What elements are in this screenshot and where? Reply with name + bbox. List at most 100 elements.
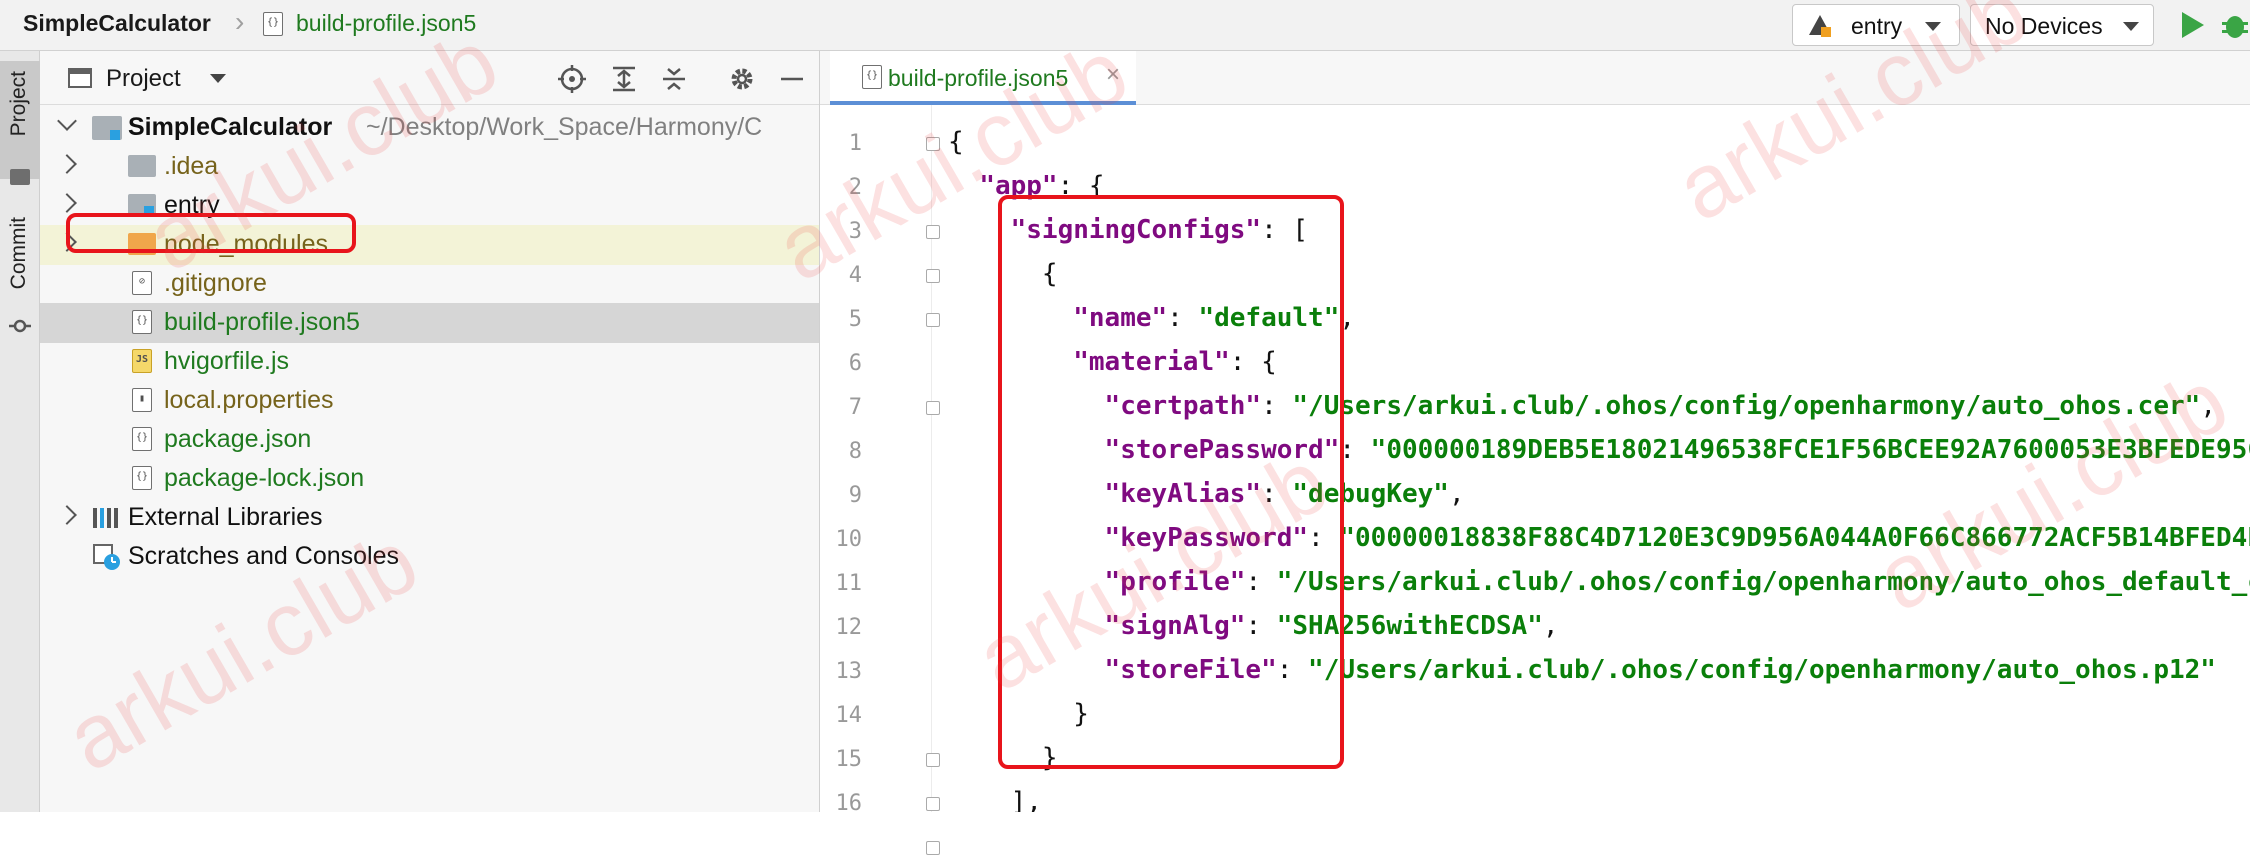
tree-item-label: .gitignore [164,269,267,297]
json-file-icon: {} [263,12,283,36]
chevron-down-icon [2123,22,2139,31]
tree-item-label: build-profile.json5 [164,308,360,336]
tree-item-gitignore[interactable]: ⊘ .gitignore [40,264,819,304]
line-number: 5 [848,307,862,332]
tree-item-label: Scratches and Consoles [128,542,399,570]
tree-item-package-json[interactable]: {} package.json [40,420,819,460]
code-line: { [948,127,964,157]
json-file-icon: {} [132,466,152,490]
tree-item-label: package.json [164,425,312,453]
editor-tabbar: {} build-profile.json5 × [820,51,2250,105]
fold-marker-icon[interactable] [926,137,940,151]
tool-project-button[interactable]: Project [0,61,40,185]
module-icon [1809,15,1831,37]
tool-commit-button[interactable]: Commit [7,217,31,289]
tree-item-hvigorfile[interactable]: JS hvigorfile.js [40,342,819,382]
tree-item-label: local.properties [164,386,334,414]
module-badge-icon [110,130,120,140]
line-number: 8 [848,439,862,464]
tree-item-label: .idea [164,152,219,180]
tree-item-scratches[interactable]: Scratches and Consoles [40,537,819,577]
js-file-icon: JS [132,349,152,373]
tree-root-simplecalculator[interactable]: SimpleCalculator ~/Desktop/Work_Space/Ha… [40,108,819,148]
breadcrumb-project[interactable]: SimpleCalculator [23,10,211,37]
debug-icon[interactable] [2220,10,2250,40]
tree-item-label: package-lock.json [164,464,365,492]
line-number: 14 [835,703,863,728]
highlight-box-build-profile [66,213,356,253]
ignore-file-icon: ⊘ [132,271,152,295]
tree-root-path: ~/Desktop/Work_Space/Harmony/C [366,113,763,141]
library-icon [93,508,118,528]
line-number: 3 [848,219,862,244]
highlight-box-signing-configs [998,195,1344,769]
navigation-bar: SimpleCalculator › {} build-profile.json… [0,0,2250,51]
code-line: ], [948,787,1042,812]
chevron-right-icon[interactable] [57,505,77,525]
minimize-icon[interactable] [778,65,806,93]
module-selector[interactable]: entry [1792,4,1960,46]
line-number: 16 [835,791,863,816]
tool-window-strip: Project Commit [0,51,40,812]
line-number: 7 [848,395,862,420]
breadcrumb-separator-icon: › [235,6,245,37]
fold-marker-icon[interactable] [926,313,940,327]
json-file-icon: {} [132,427,152,451]
project-view-icon [68,68,92,88]
device-selector-label: No Devices [1985,13,2103,39]
line-number: 10 [835,527,863,552]
project-panel-header: Project [40,51,819,105]
json-file-icon: {} [862,65,882,89]
tree-item-build-profile[interactable]: {} build-profile.json5 [40,303,819,343]
line-number: 11 [835,571,863,596]
module-selector-label: entry [1851,13,1903,39]
editor-gutter: 1 2 3 4 5 6 7 8 9 10 11 12 13 14 15 16 [820,105,940,855]
folder-icon [10,169,30,185]
line-number: 4 [848,263,862,288]
line-number: 13 [835,659,863,684]
line-number: 15 [835,747,863,772]
line-number: 12 [835,615,863,640]
editor-tab-label: build-profile.json5 [888,65,1069,91]
tree-item-idea[interactable]: .idea [40,147,819,187]
editor-tab-build-profile[interactable]: {} build-profile.json5 × [830,51,1136,105]
line-number: 2 [848,175,862,200]
chevron-down-icon[interactable] [57,111,77,131]
scratches-icon [93,544,120,570]
breadcrumb-file[interactable]: build-profile.json5 [296,10,476,37]
tree-item-local-properties[interactable]: ▮ local.properties [40,381,819,421]
locate-icon[interactable] [558,65,586,93]
gear-icon[interactable] [728,65,756,93]
chevron-down-icon [1925,22,1941,31]
tool-project-label: Project [7,71,30,137]
line-number: 9 [848,483,862,508]
properties-file-icon: ▮ [132,388,152,412]
run-icon[interactable] [2178,10,2206,40]
commit-icon [9,319,31,333]
chevron-right-icon[interactable] [57,193,77,213]
folder-icon [128,155,156,177]
project-panel-title[interactable]: Project [106,65,181,93]
fold-marker-icon[interactable] [926,269,940,283]
tree-item-label: hvigorfile.js [164,347,290,375]
tree-root-label: SimpleCalculator [128,113,333,141]
device-selector[interactable]: No Devices [1970,4,2154,46]
collapse-all-icon[interactable] [660,65,688,93]
json-file-icon: {} [132,310,152,334]
tree-item-external-libraries[interactable]: External Libraries [40,498,819,538]
tree-item-label: External Libraries [128,503,323,531]
fold-marker-icon[interactable] [926,753,940,767]
fold-marker-icon[interactable] [926,841,940,855]
expand-all-icon[interactable] [610,65,638,93]
chevron-down-icon[interactable] [210,74,226,83]
line-number: 1 [848,131,862,156]
chevron-right-icon[interactable] [57,154,77,174]
fold-marker-icon[interactable] [926,401,940,415]
tree-item-package-lock-json[interactable]: {} package-lock.json [40,459,819,499]
editor: {} build-profile.json5 × 1 2 3 4 5 6 7 8… [820,51,2250,855]
project-panel: Project SimpleCalculator ~/Desktop/Work_… [40,51,820,812]
line-number: 6 [848,351,862,376]
fold-marker-icon[interactable] [926,225,940,239]
fold-marker-icon[interactable] [926,797,940,811]
close-icon[interactable]: × [1106,61,1120,89]
